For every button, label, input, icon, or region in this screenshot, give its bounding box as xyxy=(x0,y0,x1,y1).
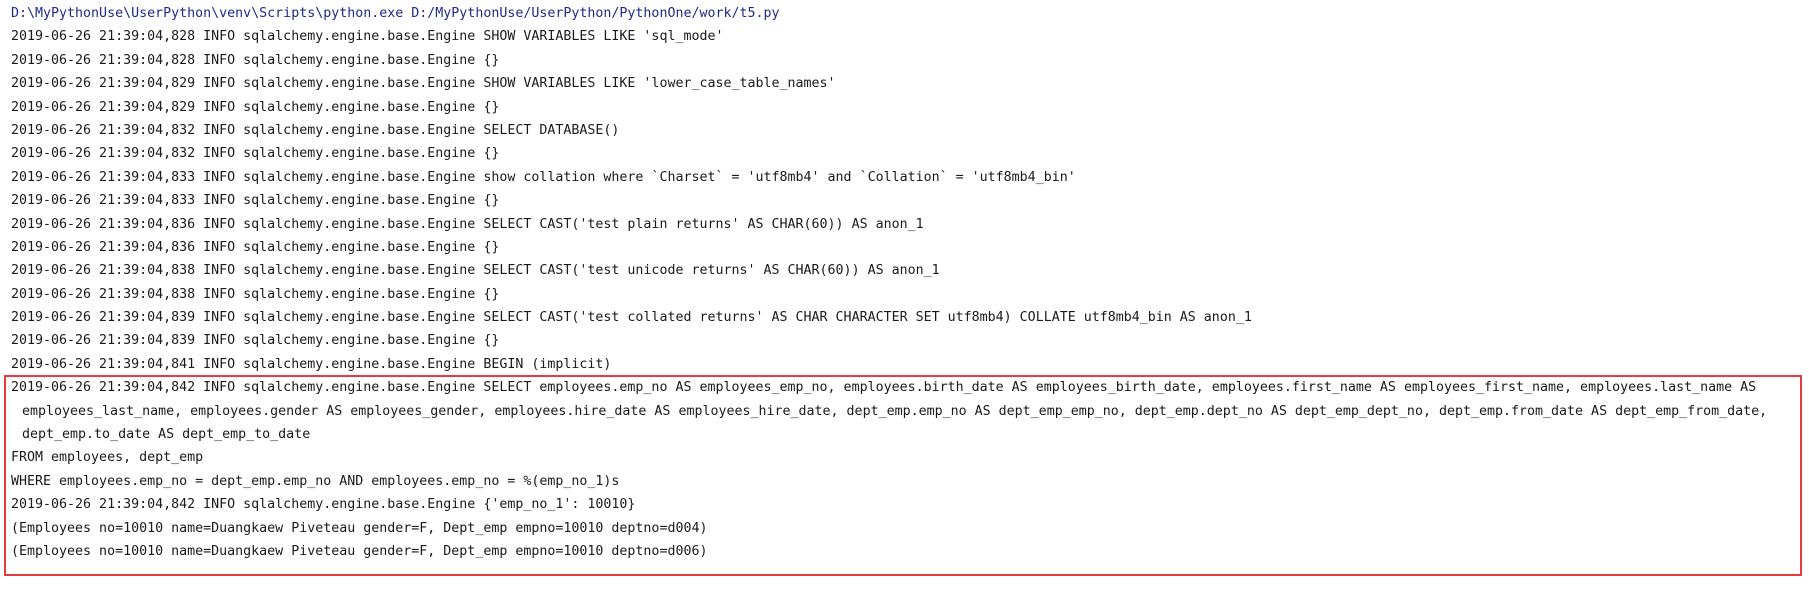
separator-line: _ _ _ _ _ _ _ _ _ _ _ _ _ _ _ _ _ _ _ _ … xyxy=(22,563,511,577)
log-line: 2019-06-26 21:39:04,838 INFO sqlalchemy.… xyxy=(11,286,500,302)
result-line: (Employees no=10010 name=Duangkaew Pivet… xyxy=(11,543,708,559)
from-clause-line: FROM employees, dept_emp xyxy=(11,450,204,466)
log-line: 2019-06-26 21:39:04,833 INFO sqlalchemy.… xyxy=(11,193,500,209)
log-line: 2019-06-26 21:39:04,836 INFO sqlalchemy.… xyxy=(11,239,500,255)
select-query-line: 2019-06-26 21:39:04,842 INFO sqlalchemy.… xyxy=(11,380,1757,396)
log-line: 2019-06-26 21:39:04,832 INFO sqlalchemy.… xyxy=(11,122,620,138)
result-line: (Employees no=10010 name=Duangkaew Pivet… xyxy=(11,520,708,536)
log-line: 2019-06-26 21:39:04,833 INFO sqlalchemy.… xyxy=(11,169,1076,185)
log-line: 2019-06-26 21:39:04,838 INFO sqlalchemy.… xyxy=(11,263,940,279)
log-line: 2019-06-26 21:39:04,828 INFO sqlalchemy.… xyxy=(11,29,724,45)
select-query-line-continued: dept_emp.to_date AS dept_emp_to_date xyxy=(22,427,311,443)
query-params-line: 2019-06-26 21:39:04,842 INFO sqlalchemy.… xyxy=(11,497,636,513)
highlighted-query-block: 2019-06-26 21:39:04,842 INFO sqlalchemy.… xyxy=(0,376,1809,581)
log-line: 2019-06-26 21:39:04,829 INFO sqlalchemy.… xyxy=(11,76,836,92)
log-line: 2019-06-26 21:39:04,839 INFO sqlalchemy.… xyxy=(11,310,1252,326)
select-query-line-continued: employees_last_name, employees.gender AS… xyxy=(22,403,1768,419)
log-line: 2019-06-26 21:39:04,828 INFO sqlalchemy.… xyxy=(11,52,500,68)
log-line: 2019-06-26 21:39:04,832 INFO sqlalchemy.… xyxy=(11,146,500,162)
where-clause-line: WHERE employees.emp_no = dept_emp.emp_no… xyxy=(11,473,620,489)
run-command-line: D:\MyPythonUse\UserPython\venv\Scripts\p… xyxy=(11,6,780,21)
log-line: 2019-06-26 21:39:04,836 INFO sqlalchemy.… xyxy=(11,216,924,232)
log-line: 2019-06-26 21:39:04,841 INFO sqlalchemy.… xyxy=(11,356,612,372)
log-line: 2019-06-26 21:39:04,829 INFO sqlalchemy.… xyxy=(11,99,500,115)
console-output-panel[interactable]: D:\MyPythonUse\UserPython\venv\Scripts\p… xyxy=(0,0,1809,595)
log-line: 2019-06-26 21:39:04,839 INFO sqlalchemy.… xyxy=(11,333,500,349)
